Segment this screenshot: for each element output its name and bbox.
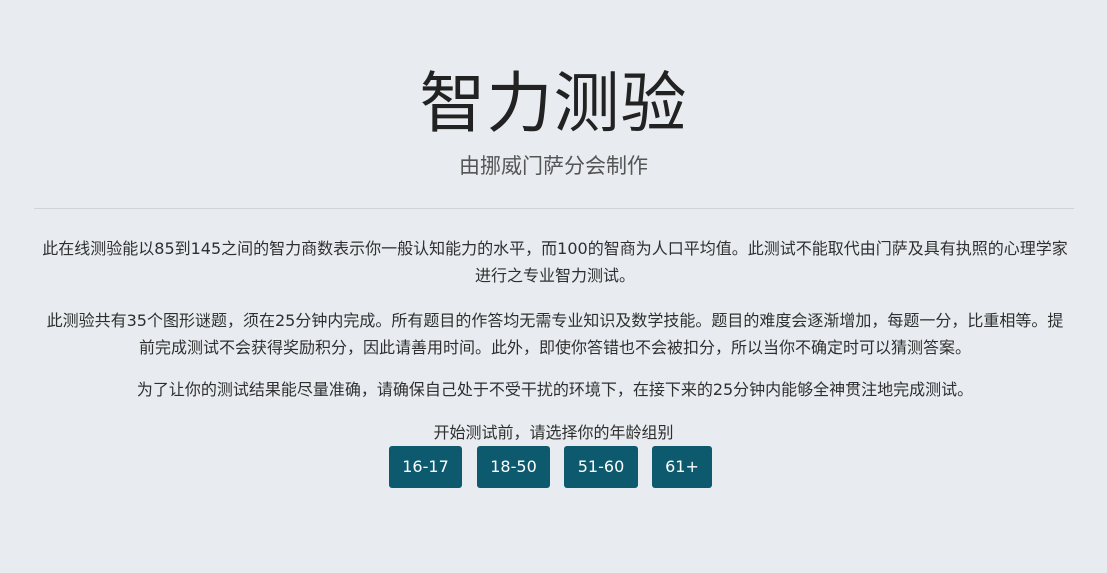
age-18-50-button[interactable]: 18-50 [477,446,550,488]
age-selection-prompt: 开始测试前，请选择你的年龄组别 [433,423,674,442]
intro-paragraph-3: 为了让你的测试结果能尽量准确，请确保自己处于不受干扰的环境下，在接下来的25分钟… [136,380,974,399]
age-group-buttons: 16-17 18-50 51-60 61+ [0,446,1107,488]
page: 智力测验 由挪威门萨分会制作 此在线测验能以85到145之间的智力商数表示你一般… [0,0,1107,573]
divider [34,208,1074,209]
page-title: 智力测验 [419,65,688,142]
age-51-60-button[interactable]: 51-60 [564,446,638,488]
intro-paragraph-2: 此测验共有35个图形谜题，须在25分钟内完成。所有题目的作答均无需专业知识及数学… [46,311,1064,357]
intro-paragraph-1: 此在线测验能以85到145之间的智力商数表示你一般认知能力的水平，而100的智商… [42,239,1068,285]
age-61-plus-button[interactable]: 61+ [652,446,712,488]
age-16-17-button[interactable]: 16-17 [389,446,462,488]
page-subtitle: 由挪威门萨分会制作 [459,154,648,178]
